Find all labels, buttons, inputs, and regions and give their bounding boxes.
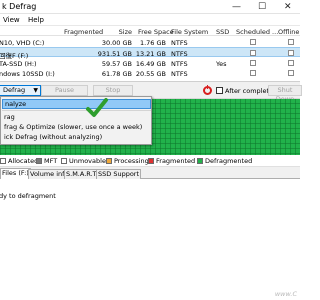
- tab-smart[interactable]: S.M.A.R.T.: [64, 169, 100, 179]
- offline-checkbox[interactable]: [288, 50, 294, 56]
- col-fragmented[interactable]: Fragmented: [64, 28, 103, 36]
- checkmark-icon: [86, 98, 108, 117]
- legend: Allocated MFT Unmovable Processing Fragm…: [0, 155, 300, 167]
- stop-button[interactable]: Stop: [93, 85, 133, 96]
- legend-processing: Processing: [114, 157, 149, 165]
- drive-free: 13.21 GB: [135, 50, 166, 58]
- maximize-icon[interactable]: ☐: [258, 2, 266, 12]
- legend-fragmented: Fragmented: [156, 157, 196, 165]
- after-completing-checkbox[interactable]: [216, 87, 223, 94]
- menu-item-defrag-optimize[interactable]: frag & Optimize (slower, use once a week…: [2, 122, 151, 132]
- title-bar: k Defrag — ☐ ✕: [0, 0, 300, 14]
- close-icon[interactable]: ✕: [284, 2, 292, 12]
- col-ssd[interactable]: SSD: [216, 28, 229, 36]
- drive-name: TA-SSD (H:): [0, 60, 37, 68]
- tab-strip: Files (F:) Volume info S.M.A.R.T. SSD Su…: [0, 167, 300, 180]
- drive-fs: NTFS: [171, 50, 188, 58]
- table-row[interactable]: N10, VHD (C:) 30.00 GB 1.76 GB NTFS: [0, 37, 300, 47]
- shutdown-select[interactable]: Shut Down: [268, 85, 302, 103]
- scheduled-checkbox[interactable]: [250, 70, 256, 76]
- offline-checkbox[interactable]: [288, 60, 294, 66]
- legend-mft: MFT: [44, 157, 58, 165]
- files-panel: dy to defragment www.C: [0, 179, 300, 300]
- menu-help[interactable]: Help: [28, 16, 44, 24]
- drive-fs: NTFS: [171, 39, 188, 47]
- drive-size: 59.57 GB: [101, 60, 132, 68]
- legend-unmovable: Unmovable: [69, 157, 106, 165]
- defrag-dropdown-menu: nalyze rag frag & Optimize (slower, use …: [0, 96, 152, 145]
- col-size[interactable]: Size: [102, 28, 132, 36]
- col-file-system[interactable]: File System: [171, 28, 208, 36]
- drive-free: 16.49 GB: [135, 60, 166, 68]
- table-header: Fragmented Size Free Space File System S…: [0, 26, 300, 36]
- menu-item-analyze[interactable]: nalyze: [2, 99, 151, 109]
- disk-table: Fragmented Size Free Space File System S…: [0, 26, 300, 82]
- scheduled-checkbox[interactable]: [250, 39, 256, 45]
- drive-size: 61.78 GB: [101, 70, 132, 78]
- drive-free: 20.55 GB: [135, 70, 166, 78]
- drive-size: 30.00 GB: [101, 39, 132, 47]
- tab-ssd-support[interactable]: SSD Support: [96, 169, 142, 179]
- legend-mft-swatch: [36, 158, 42, 164]
- drive-fs: NTFS: [171, 60, 188, 68]
- legend-allocated-swatch: [0, 158, 6, 164]
- table-row[interactable]: 回復F (F:) 931.51 GB 13.21 GB NTFS: [0, 47, 300, 60]
- pause-button[interactable]: Pause: [41, 85, 88, 96]
- table-row[interactable]: TA-SSD (H:) 59.57 GB 16.49 GB NTFS Yes: [0, 58, 300, 68]
- legend-unmovable-swatch: [61, 158, 67, 164]
- scheduled-checkbox[interactable]: [250, 50, 256, 56]
- menu-view[interactable]: View: [3, 16, 20, 24]
- menu-item-defrag[interactable]: rag: [2, 112, 151, 122]
- drive-name: ndows 10SSD (I:): [0, 70, 55, 78]
- legend-defragmented: Defragmented: [205, 157, 253, 165]
- offline-checkbox[interactable]: [288, 70, 294, 76]
- offline-checkbox[interactable]: [288, 39, 294, 45]
- drive-fs: NTFS: [171, 70, 188, 78]
- menu-item-quick-defrag[interactable]: ick Defrag (without analyzing): [2, 132, 151, 142]
- minimize-icon[interactable]: —: [232, 2, 241, 12]
- drive-ssd: Yes: [216, 60, 227, 68]
- scheduled-checkbox[interactable]: [250, 60, 256, 66]
- status-text: dy to defragment: [0, 192, 56, 200]
- legend-allocated: Allocated: [8, 157, 39, 165]
- table-row[interactable]: ndows 10SSD (I:) 61.78 GB 20.55 GB NTFS: [0, 68, 300, 78]
- defrag-split-button[interactable]: Defrag ▼: [0, 85, 41, 96]
- col-free-space[interactable]: Free Space: [138, 28, 174, 36]
- drive-name: N10, VHD (C:): [0, 39, 45, 47]
- drive-size: 931.51 GB: [97, 50, 132, 58]
- col-scheduled[interactable]: Scheduled ...: [236, 28, 278, 36]
- drive-free: 1.76 GB: [139, 39, 166, 47]
- legend-defragmented-swatch: [197, 158, 203, 164]
- power-icon: [203, 85, 212, 95]
- chevron-down-icon[interactable]: ▼: [33, 86, 38, 95]
- menu-separator: [2, 110, 151, 111]
- watermark: www.C: [274, 290, 297, 298]
- defrag-label: Defrag: [3, 86, 26, 94]
- legend-fragmented-swatch: [148, 158, 154, 164]
- menu-bar: View Help: [0, 14, 300, 26]
- col-offline[interactable]: Offline: [278, 28, 299, 36]
- legend-processing-swatch: [106, 158, 112, 164]
- window-title: k Defrag: [2, 2, 37, 11]
